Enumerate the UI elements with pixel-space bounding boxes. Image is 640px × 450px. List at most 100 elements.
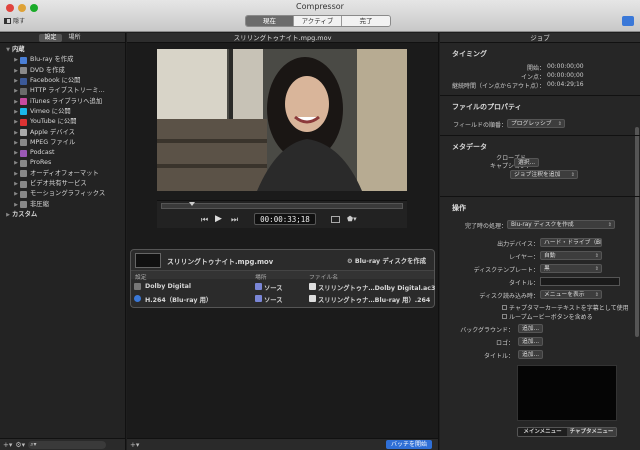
job-action[interactable]: ⚙ Blu-ray ディスクを作成: [347, 256, 426, 265]
segment-completed[interactable]: 完了: [342, 16, 390, 26]
disclosure-triangle-icon[interactable]: ▶: [12, 107, 20, 117]
title-field[interactable]: [540, 277, 620, 286]
batch-job[interactable]: スリリングトゥナイト.mpg.mov ⚙ Blu-ray ディスクを作成 設定 …: [130, 249, 435, 308]
action-header: 操作: [452, 204, 466, 212]
job-inspector-toggle-icon[interactable]: [622, 16, 634, 26]
job-annotation-popup[interactable]: ジョブ注釈を追加: [510, 170, 578, 179]
layer-label: レイヤー：: [509, 254, 539, 261]
checkbox-icon: [502, 305, 507, 310]
start-batch-button[interactable]: バッチを開始: [385, 440, 432, 449]
duration-value: 00:04:29;16: [547, 81, 584, 88]
disclosure-triangle-icon[interactable]: ▶: [12, 200, 20, 210]
sidebar-item[interactable]: ▶ オーディオフォーマット: [4, 169, 125, 179]
field-order-label: フィールドの順番：: [453, 122, 507, 129]
tab-main-menu[interactable]: メインメニュー: [518, 428, 567, 436]
disc-load-popup[interactable]: メニューを表示: [540, 290, 602, 299]
timeline-scrubber[interactable]: [161, 203, 403, 209]
disclosure-triangle-icon[interactable]: ▶: [12, 55, 20, 65]
sidebar-item[interactable]: ▶ Apple デバイス: [4, 127, 125, 137]
chapter-marker-checkbox[interactable]: チャプタマーカーテキストを字幕として使用: [502, 303, 629, 312]
output-device-popup[interactable]: ハード・ドライブ（Blu-…: [540, 238, 602, 247]
disclosure-triangle-icon[interactable]: ▶: [12, 97, 20, 107]
disclosure-triangle-icon[interactable]: ▶: [12, 189, 20, 199]
next-frame-icon[interactable]: ⏭: [231, 215, 238, 225]
disclosure-triangle-icon[interactable]: ▶: [12, 169, 20, 179]
prores-icon: [20, 159, 27, 167]
sidebar-item[interactable]: ▶ YouTube に公開: [4, 117, 125, 127]
video-share-icon: [20, 180, 27, 188]
disclosure-triangle-icon[interactable]: ▶: [4, 210, 12, 220]
settings-sidebar: 設定 場所 ▼ 内蔵 ▶ Blu-ray を作成 ▶ DVD を作成 ▶ Facebook に…: [0, 33, 126, 450]
tab-chapter-menu[interactable]: チャプタメニュー: [567, 428, 616, 436]
play-icon[interactable]: ▶: [215, 214, 222, 224]
loop-movie-label: ループムービーボタンを含める: [509, 314, 593, 321]
disclosure-triangle-icon[interactable]: ▶: [12, 138, 20, 148]
tab-locations[interactable]: 場所: [64, 34, 86, 42]
add-icon[interactable]: +▾: [3, 441, 12, 449]
timecode-display[interactable]: 00:00:33;18: [254, 213, 316, 225]
sidebar-bottom-bar: +▾ ⚙▾ ⌕▾: [0, 438, 125, 450]
column-header-setting[interactable]: 設定: [135, 272, 147, 281]
disclosure-triangle-icon[interactable]: ▶: [12, 128, 20, 138]
previous-frame-icon[interactable]: ⏮: [201, 215, 208, 225]
blu-ray-icon: [20, 56, 27, 64]
background-add-button[interactable]: 追加...: [518, 324, 544, 333]
hide-button-label: 隠す: [13, 18, 26, 25]
disclosure-triangle-icon[interactable]: ▶: [12, 158, 20, 168]
disclosure-triangle-icon[interactable]: ▶: [12, 86, 20, 96]
marker-menu-icon[interactable]: ⬟▾: [347, 215, 357, 223]
setting-name: Dolby Digital: [145, 283, 191, 290]
column-header-location[interactable]: 場所: [255, 272, 267, 281]
loop-movie-checkbox[interactable]: ループムービーボタンを含める: [502, 312, 593, 321]
field-order-popup[interactable]: プログレッシブ: [507, 119, 565, 128]
table-row[interactable]: Dolby Digital ソース スリリングトゥナ…Dolby Digital…: [131, 281, 435, 292]
add-icon[interactable]: +▾: [130, 441, 139, 449]
playhead-marker[interactable]: [189, 202, 195, 206]
table-row[interactable]: H.264（Blu-ray 用） ソース スリリングトゥナ…Blu-ray 用）…: [131, 293, 434, 304]
sidebar-item-label: ビデオ共有サービス: [30, 180, 87, 187]
sidebar-item[interactable]: ▶ MPEG ファイル: [4, 138, 125, 148]
sidebar-item[interactable]: ▶ Podcast: [4, 148, 125, 158]
sidebar-item[interactable]: ▶ Facebook に公開: [4, 76, 125, 86]
hide-button[interactable]: 隠す: [4, 16, 25, 25]
sidebar-item[interactable]: ▶ HTTP ライブストリーミ…: [4, 86, 125, 96]
disclosure-triangle-icon[interactable]: ▶: [12, 76, 20, 86]
location-name: ソース: [264, 297, 283, 304]
sidebar-item[interactable]: ▶ ビデオ共有サービス: [4, 179, 125, 189]
sidebar-item[interactable]: ▶ iTunes ライブラリへ追加: [4, 96, 125, 106]
sidebar-item[interactable]: ▶ カスタム: [4, 210, 125, 220]
disclosure-triangle-icon[interactable]: ▶: [12, 66, 20, 76]
disclosure-triangle-icon[interactable]: ▶: [12, 117, 20, 127]
in-point-value: 00:00:00;00: [547, 72, 584, 79]
when-done-popup[interactable]: Blu-ray ディスクを作成: [507, 220, 615, 229]
sidebar-item[interactable]: ▶ 非圧縮: [4, 199, 125, 209]
column-header-filename[interactable]: ファイル名: [309, 272, 338, 281]
segment-active[interactable]: アクティブ: [294, 16, 342, 26]
location-name: ソース: [264, 285, 283, 292]
motion-graphics-icon: [20, 190, 27, 198]
sidebar-item[interactable]: ▼ 内蔵: [4, 45, 125, 55]
menu-tabs: メインメニュー チャプタメニュー: [517, 427, 617, 437]
sidebar-item[interactable]: ▶ DVD を作成: [4, 66, 125, 76]
segment-current[interactable]: 現在: [246, 16, 294, 26]
disc-load-label: ディスク読み込み時：: [479, 293, 539, 300]
layer-popup[interactable]: 自動: [540, 251, 602, 260]
sidebar-item[interactable]: ▶ モーショングラフィックス: [4, 189, 125, 199]
gear-icon[interactable]: ⚙▾: [15, 441, 25, 449]
disclosure-triangle-icon[interactable]: ▼: [4, 45, 12, 55]
sidebar-item[interactable]: ▶ ProRes: [4, 158, 125, 168]
tab-settings[interactable]: 設定: [39, 34, 62, 42]
display-mode-icon[interactable]: [331, 216, 340, 223]
disclosure-triangle-icon[interactable]: ▶: [12, 179, 20, 189]
search-field[interactable]: ⌕▾: [28, 440, 107, 449]
disclosure-triangle-icon[interactable]: ▶: [12, 148, 20, 158]
disc-template-popup[interactable]: 黒: [540, 264, 602, 273]
view-segmented-control[interactable]: 現在 アクティブ 完了: [245, 15, 391, 27]
closed-caption-select-button[interactable]: 選択...: [514, 158, 540, 167]
menu-title-add-button[interactable]: 追加...: [518, 350, 544, 359]
audio-output-icon: [134, 283, 141, 290]
logo-add-button[interactable]: 追加...: [518, 337, 544, 346]
sidebar-item[interactable]: ▶ Vimeo に公開: [4, 107, 125, 117]
sidebar-item[interactable]: ▶ Blu-ray を作成: [4, 55, 125, 65]
inspector-scrollbar[interactable]: [635, 127, 639, 337]
